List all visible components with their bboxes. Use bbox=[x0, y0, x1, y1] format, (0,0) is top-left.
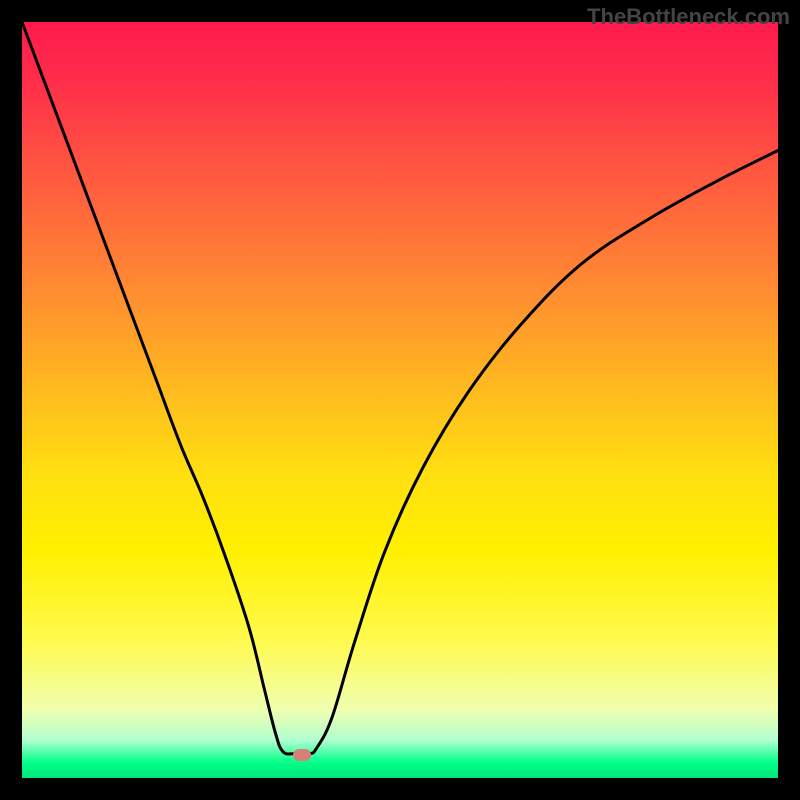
chart-plot-area bbox=[22, 22, 778, 778]
chart-marker bbox=[293, 749, 311, 761]
chart-curve-svg bbox=[22, 22, 778, 778]
watermark-text: TheBottleneck.com bbox=[587, 4, 790, 30]
bottleneck-curve-path bbox=[22, 22, 778, 754]
